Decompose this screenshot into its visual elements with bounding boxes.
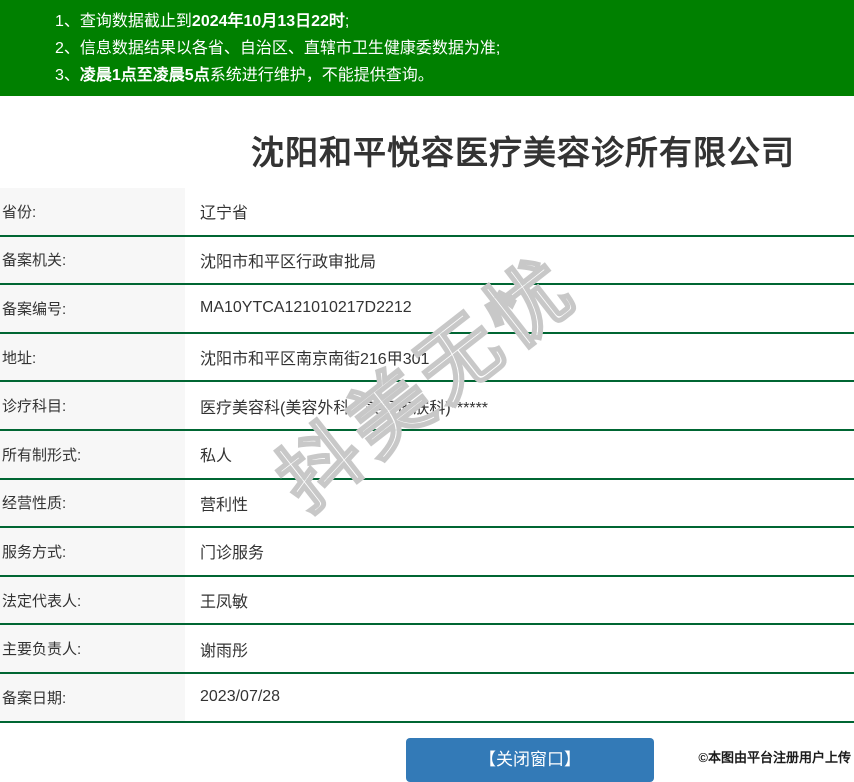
notice-text: ; <box>344 13 350 30</box>
notice-line-number: 3、 <box>55 67 80 84</box>
notice-line-number: 2、 <box>55 40 80 57</box>
copyright-note: ©本图由平台注册用户上传 <box>698 750 851 765</box>
row-label: 法定代表人: <box>0 576 185 624</box>
row-label: 备案机关: <box>0 236 185 284</box>
close-window-button[interactable]: 【关闭窗口】 <box>406 738 654 782</box>
table-row: 备案编号: MA10YTCA121010217D2212 <box>0 285 854 334</box>
row-value: 谢雨彤 <box>200 642 249 660</box>
notice-line-1: 1、查询数据截止到2024年10月13日22时; <box>55 8 844 35</box>
table-row: 备案机关: 沈阳市和平区行政审批局 <box>0 236 854 286</box>
row-label: 经营性质: <box>0 479 185 527</box>
notice-text: 信息数据结果以各省、自治区、直辖市卫生健康委数据为准; <box>79 40 501 57</box>
row-value: MA10YTCA121010217D2212 <box>200 299 412 317</box>
table-row: 诊疗科目: 医疗美容科(美容外科、美容皮肤科)****** <box>0 382 854 431</box>
row-value: 医疗美容科(美容外科、美容皮肤科)****** <box>200 399 489 417</box>
row-label: 所有制形式: <box>0 430 185 478</box>
row-value: 王凤敏 <box>200 594 249 612</box>
table-row: 所有制形式: 私人 <box>0 430 854 480</box>
row-label: 诊疗科目: <box>0 382 185 429</box>
row-label: 地址: <box>0 333 185 381</box>
row-value: 2023/07/28 <box>200 688 281 706</box>
notice-text: 系统进行维护，不能提供查询。 <box>209 67 434 84</box>
table-row: 备案日期: 2023/07/28 <box>0 673 854 723</box>
row-value: 沈阳市和平区南京南街216甲301 <box>200 351 430 369</box>
notice-text-bold: 凌晨1点至凌晨5点 <box>79 67 210 84</box>
row-value: 沈阳市和平区行政审批局 <box>200 253 377 271</box>
row-label: 备案日期: <box>0 673 185 721</box>
row-label: 服务方式: <box>0 528 185 575</box>
notice-line-3: 3、凌晨1点至凌晨5点系统进行维护，不能提供查询。 <box>55 62 844 89</box>
notice-line-2: 2、信息数据结果以各省、自治区、直辖市卫生健康委数据为准; <box>55 35 844 62</box>
table-row: 主要负责人: 谢雨彤 <box>0 625 854 674</box>
row-value: 辽宁省 <box>200 205 249 223</box>
notice-text: 查询数据截止到 <box>79 13 192 30</box>
notice-banner: 1、查询数据截止到2024年10月13日22时; 2、信息数据结果以各省、自治区… <box>0 0 854 96</box>
table-row: 省份: 辽宁省 <box>0 188 854 237</box>
notice-text-bold: 2024年10月13日22时 <box>191 13 345 30</box>
row-value: 门诊服务 <box>200 545 265 563</box>
row-label: 主要负责人: <box>0 625 185 672</box>
row-label: 省份: <box>0 188 185 235</box>
table-row: 经营性质: 营利性 <box>0 479 854 529</box>
info-table: 省份: 辽宁省 备案机关: 沈阳市和平区行政审批局 备案编号: MA10YTCA12101… <box>0 188 854 723</box>
row-value: 私人 <box>200 448 233 466</box>
table-row: 地址: 沈阳市和平区南京南街216甲301 <box>0 333 854 383</box>
table-row: 服务方式: 门诊服务 <box>0 528 854 577</box>
row-label: 备案编号: <box>0 285 185 332</box>
page-title: 沈阳和平悦容医疗美容诊所有限公司 <box>251 134 795 171</box>
notice-line-number: 1、 <box>55 13 80 30</box>
row-value: 营利性 <box>200 496 249 514</box>
table-row: 法定代表人: 王凤敏 <box>0 576 854 626</box>
